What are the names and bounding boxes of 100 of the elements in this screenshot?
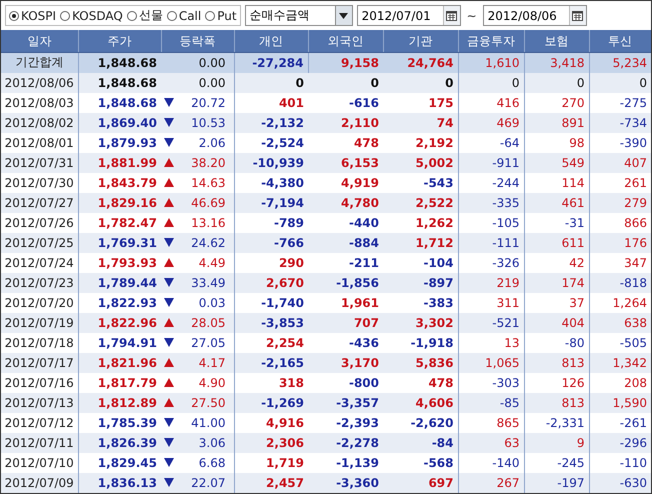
change-cell-text: 22.07 [191,476,226,490]
value-cell: -110 [589,452,651,472]
down-triangle-icon [164,438,174,447]
price-cell: 1,769.31 [78,232,161,252]
caret-icon [339,12,348,18]
change-cell-text: 10.53 [191,116,226,130]
value-cell: -1,139 [308,452,383,472]
column-header[interactable]: 등락폭 [161,30,234,52]
market-radio[interactable]: Call [166,8,202,22]
change-cell-text: 41.00 [191,416,226,430]
change-cell-text: 4.49 [198,256,226,270]
value-cell: 279 [589,192,651,212]
value-cell: 1,342 [589,352,651,372]
price-cell: 1,822.93 [78,292,161,312]
change-cell-text: 14.63 [191,176,226,190]
column-header[interactable]: 투신 [589,30,651,52]
value-cell: 267 [458,472,524,492]
value-cell: 4,916 [234,412,308,432]
down-triangle-icon [164,138,174,147]
up-triangle-icon [164,258,174,267]
up-triangle-icon [164,158,174,167]
value-cell: -296 [589,432,651,452]
price-cell: 1,843.79 [78,172,161,192]
value-cell: 3,170 [308,352,383,372]
up-triangle-icon [164,198,174,207]
value-cell: -2,278 [308,432,383,452]
value-cell: -261 [589,412,651,432]
column-header[interactable]: 주가 [78,30,161,52]
value-cell: 2,457 [234,472,308,492]
change-cell-text: 0.03 [198,296,226,310]
price-cell: 1,826.39 [78,432,161,452]
value-cell: 1,719 [234,452,308,472]
value-cell: 638 [589,312,651,332]
value-cell: 0 [589,72,651,92]
change-cell-text: 20.72 [191,96,226,110]
change-cell-text: 6.68 [198,456,226,470]
value-cell: -1,269 [234,392,308,412]
value-cell: -440 [308,212,383,232]
down-triangle-icon [164,298,174,307]
value-cell: 2,110 [308,112,383,132]
change-cell-text: 0.00 [198,76,226,90]
price-cell: 1,782.47 [78,212,161,232]
value-cell: -1,856 [308,272,383,292]
start-date-field[interactable]: 2012/07/01 [356,5,461,26]
change-cell-text: 27.50 [191,396,226,410]
change-cell-text: 3.06 [198,436,226,450]
change-cell-text: 38.20 [191,156,226,170]
price-cell: 1,793.93 [78,252,161,272]
column-header[interactable]: 일자 [1,30,78,52]
up-triangle-icon [164,318,174,327]
value-cell: -211 [308,252,383,272]
price-cell: 1,879.93 [78,132,161,152]
value-cell: -390 [589,132,651,152]
price-cell: 1,848.68 [78,72,161,92]
value-cell: -2,393 [308,412,383,432]
end-date-field[interactable]: 2012/08/06 [482,5,587,26]
change-cell-text: 28.05 [191,316,226,330]
market-radio[interactable]: KOSPI [9,8,56,22]
column-header[interactable]: 기관 [383,30,458,52]
value-cell: -2,132 [234,112,308,132]
value-cell: 697 [383,472,458,492]
value-cell: 407 [589,152,651,172]
value-cell: -734 [589,112,651,132]
value-cell: 866 [589,212,651,232]
change-cell-text: 4.17 [198,356,226,370]
value-cell: 0 [234,72,308,92]
change-cell-text: 0.00 [198,56,226,70]
down-triangle-icon [164,98,174,107]
column-header[interactable]: 보험 [524,30,589,52]
column-header[interactable]: 개인 [234,30,308,52]
value-cell: -1,740 [234,292,308,312]
column-header[interactable]: 금융투자 [458,30,524,52]
value-cell: 401 [234,92,308,112]
price-cell: 1,794.91 [78,332,161,352]
value-cell: -800 [308,372,383,392]
price-cell: 1,881.99 [78,152,161,172]
calendar-icon [572,10,584,20]
down-triangle-icon [164,278,174,287]
market-radio[interactable]: 선물 [126,7,163,24]
market-radio[interactable]: Put [205,8,237,22]
change-cell-text: 4.90 [198,376,226,390]
down-triangle-icon [164,118,174,127]
measure-dropdown[interactable]: 순매수금액 [244,5,353,26]
market-radio[interactable]: KOSDAQ [60,8,123,22]
value-cell: 2,254 [234,332,308,352]
value-cell: -10,939 [234,152,308,172]
up-triangle-icon [164,398,174,407]
change-cell-text: 24.62 [191,236,226,250]
value-cell: -616 [308,92,383,112]
change-cell-text: 27.05 [191,336,226,350]
down-triangle-icon [164,238,174,247]
price-cell: 1,829.16 [78,192,161,212]
value-cell: 318 [234,372,308,392]
down-triangle-icon [164,418,174,427]
value-cell: 176 [589,232,651,252]
change-cell-text: 33.49 [191,276,226,290]
value-cell: 290 [234,252,308,272]
price-cell: 1,785.39 [78,412,161,432]
column-header[interactable]: 외국인 [308,30,383,52]
down-triangle-icon [164,458,174,467]
